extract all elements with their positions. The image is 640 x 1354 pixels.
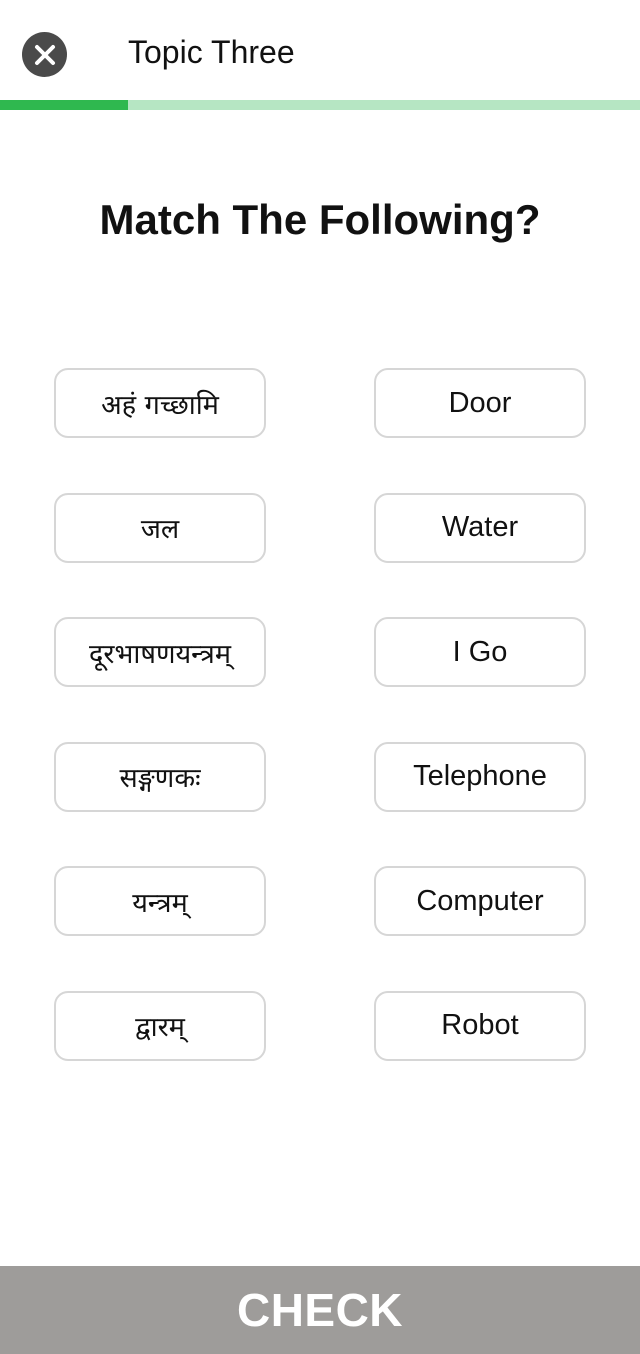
left-options-column: अहं गच्छामि जल दूरभाषणयन्त्रम् सङ्गणकः य… xyxy=(54,368,266,1115)
right-option[interactable]: I Go xyxy=(374,617,586,687)
left-option[interactable]: यन्त्रम् xyxy=(54,866,266,936)
question-heading: Match The Following? xyxy=(99,196,541,243)
left-option[interactable]: द्वारम् xyxy=(54,990,266,1061)
left-option[interactable]: जल xyxy=(54,492,266,563)
left-option[interactable]: सङ्गणकः xyxy=(54,741,266,812)
progress-fill xyxy=(0,100,128,110)
progress-bar xyxy=(0,100,640,110)
top-bar: Topic Three xyxy=(0,0,640,100)
left-option[interactable]: अहं गच्छामि xyxy=(54,368,266,438)
right-options-column: Door Water I Go Telephone Computer Robot xyxy=(374,368,586,1115)
close-icon xyxy=(34,44,55,65)
right-option[interactable]: Robot xyxy=(374,990,586,1061)
check-button[interactable]: CHECK xyxy=(0,1266,640,1354)
page-title: Topic Three xyxy=(128,34,295,70)
left-option[interactable]: दूरभाषणयन्त्रम् xyxy=(54,617,266,687)
right-option[interactable]: Telephone xyxy=(374,741,586,812)
right-option[interactable]: Computer xyxy=(374,866,586,936)
right-option[interactable]: Door xyxy=(374,368,586,438)
right-option[interactable]: Water xyxy=(374,492,586,563)
close-button[interactable] xyxy=(22,32,67,77)
